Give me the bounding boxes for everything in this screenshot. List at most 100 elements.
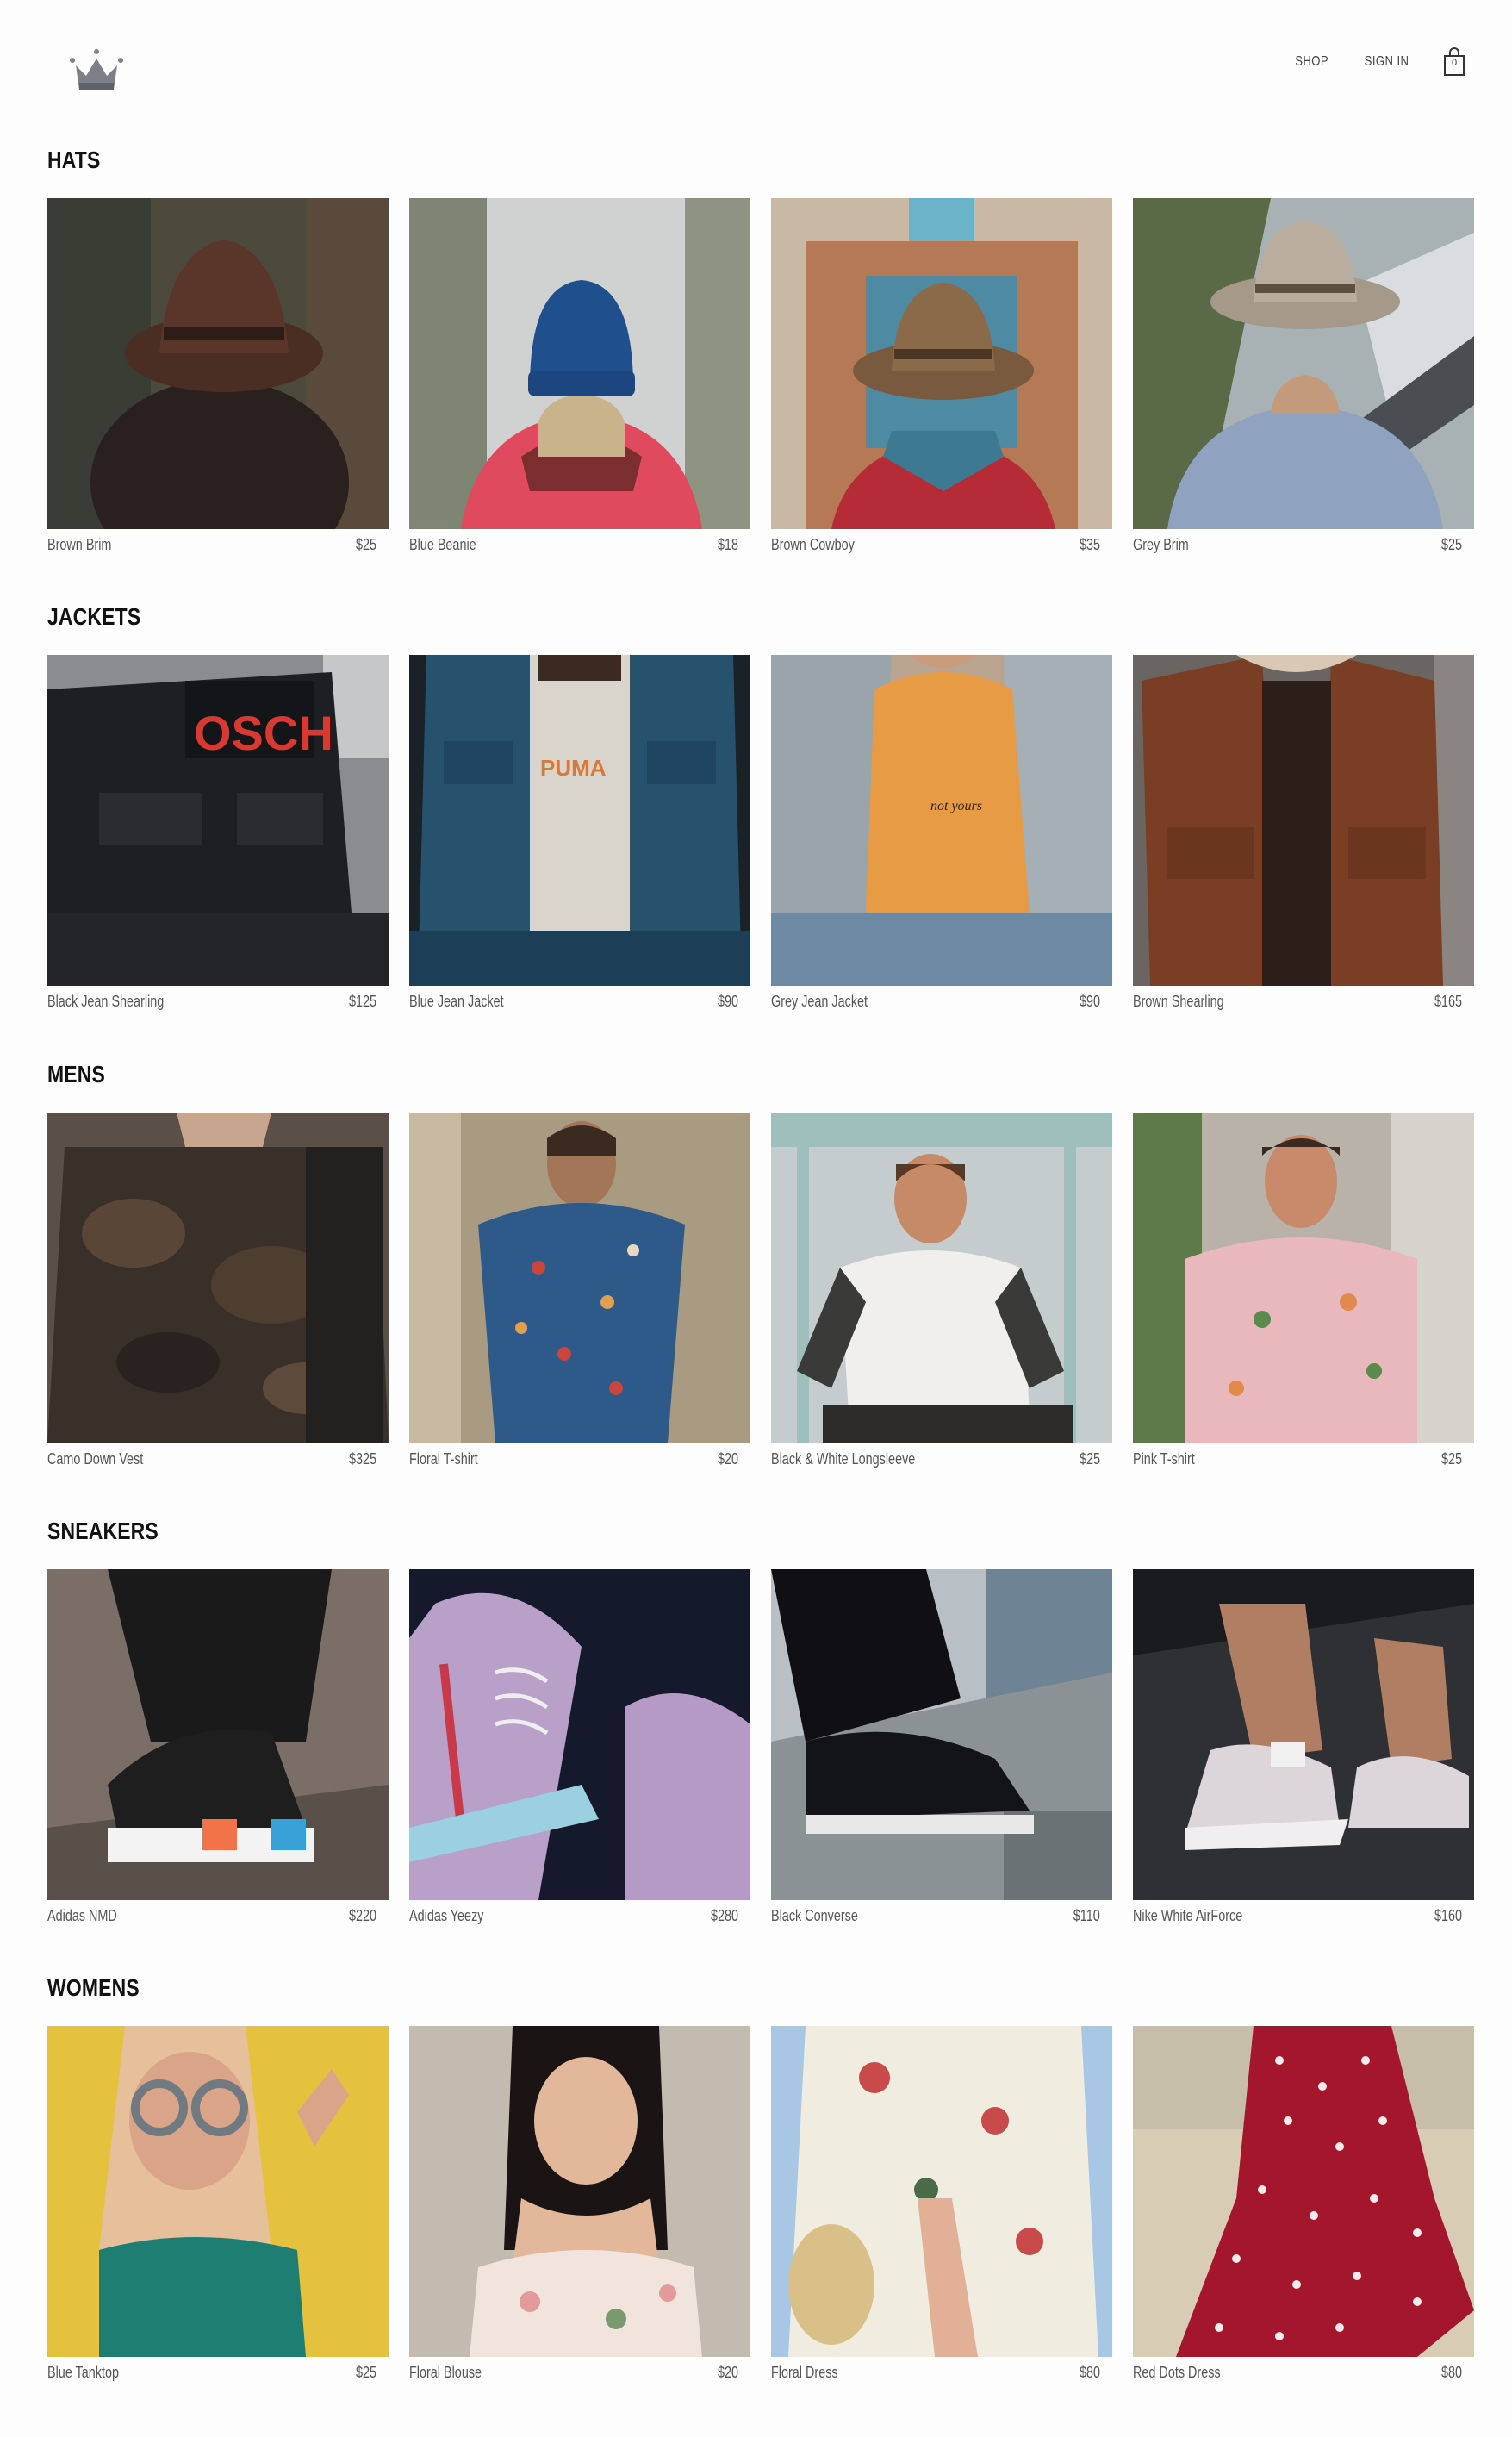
svg-text:not yours: not yours: [930, 799, 982, 813]
product-price: $20: [717, 1450, 738, 1468]
section-womens: WOMENS Blue Tanktop $25 Floral Blouse $2…: [0, 1974, 1512, 2431]
product-name: Black Converse: [771, 1907, 858, 1924]
svg-text:PUMA: PUMA: [540, 755, 607, 781]
section-title[interactable]: HATS: [47, 146, 100, 174]
product-image[interactable]: [1133, 655, 1474, 986]
product-grid: OSCH Black Jean Shearling $125 PUMA Blue…: [47, 655, 1474, 1011]
product-image[interactable]: [409, 1113, 750, 1443]
product-card[interactable]: Floral Dress $80: [771, 2026, 1112, 2382]
nav-shop-link[interactable]: SHOP: [1295, 54, 1328, 70]
product-name: Red Dots Dress: [1133, 2364, 1221, 2381]
product-image[interactable]: [1133, 2026, 1474, 2357]
product-grid: Camo Down Vest $325 Floral T-shirt $20 B…: [47, 1113, 1474, 1468]
product-name: Blue Jean Jacket: [409, 993, 504, 1010]
product-card[interactable]: Adidas NMD $220: [47, 1569, 389, 1925]
product-price: $80: [1079, 2364, 1100, 2381]
section-jackets: JACKETS OSCH Black Jean Shearling $125 P…: [0, 603, 1512, 1060]
product-image[interactable]: [771, 1569, 1112, 1900]
product-image[interactable]: [47, 198, 389, 529]
product-image[interactable]: [47, 1569, 389, 1900]
product-card[interactable]: Grey Brim $25: [1133, 198, 1474, 554]
section-title[interactable]: MENS: [47, 1061, 105, 1088]
section-title[interactable]: JACKETS: [47, 603, 140, 631]
product-image[interactable]: OSCH: [47, 655, 389, 986]
product-name: Brown Shearling: [1133, 993, 1224, 1010]
product-card[interactable]: Floral Blouse $20: [409, 2026, 750, 2382]
product-name: Brown Brim: [47, 536, 112, 553]
product-price: $25: [355, 536, 376, 553]
product-price: $220: [348, 1907, 376, 1924]
section-title[interactable]: SNEAKERS: [47, 1518, 159, 1545]
product-card[interactable]: Nike White AirForce $160: [1133, 1569, 1474, 1925]
product-name: Blue Beanie: [409, 536, 476, 553]
crown-logo-icon[interactable]: [69, 47, 124, 95]
product-name: Pink T-shirt: [1133, 1450, 1195, 1468]
product-name: Camo Down Vest: [47, 1450, 144, 1468]
product-name: Grey Jean Jacket: [771, 993, 868, 1010]
product-price: $80: [1440, 2364, 1462, 2381]
product-name: Adidas NMD: [47, 1907, 117, 1924]
product-name: Blue Tanktop: [47, 2364, 119, 2381]
product-card[interactable]: Floral T-shirt $20: [409, 1113, 750, 1468]
product-price: $165: [1434, 993, 1462, 1010]
product-card[interactable]: Blue Tanktop $25: [47, 2026, 389, 2382]
product-grid: Adidas NMD $220 Adidas Yeezy $280 Black …: [47, 1569, 1474, 1925]
product-name: Floral T-shirt: [409, 1450, 478, 1468]
product-grid: Blue Tanktop $25 Floral Blouse $20 Flora…: [47, 2026, 1474, 2382]
product-image[interactable]: [47, 1113, 389, 1443]
product-grid: Brown Brim $25 Blue Beanie $18 Brown Cow…: [47, 198, 1474, 554]
section-title[interactable]: WOMENS: [47, 1974, 140, 2002]
shop-page: SHOP SIGN IN 0 HATS Brown Brim $25 Blue …: [0, 0, 1512, 2437]
section-hats: HATS Brown Brim $25 Blue Beanie $18 Brow…: [0, 146, 1512, 603]
product-price: $160: [1434, 1907, 1462, 1924]
product-price: $25: [1079, 1450, 1100, 1468]
product-name: Nike White AirForce: [1133, 1907, 1243, 1924]
product-card[interactable]: Brown Shearling $165: [1133, 655, 1474, 1011]
product-card[interactable]: Black & White Longsleeve $25: [771, 1113, 1112, 1468]
product-price: $25: [1440, 536, 1462, 553]
product-card[interactable]: Adidas Yeezy $280: [409, 1569, 750, 1925]
product-card[interactable]: Black Converse $110: [771, 1569, 1112, 1925]
product-name: Floral Blouse: [409, 2364, 482, 2381]
product-price: $325: [348, 1450, 376, 1468]
cart-button[interactable]: 0: [1441, 47, 1467, 78]
svg-text:OSCH: OSCH: [194, 706, 333, 760]
product-image[interactable]: [409, 1569, 750, 1900]
product-card[interactable]: OSCH Black Jean Shearling $125: [47, 655, 389, 1011]
product-image[interactable]: [1133, 1569, 1474, 1900]
product-name: Grey Brim: [1133, 536, 1189, 553]
product-image[interactable]: [47, 2026, 389, 2357]
product-price: $280: [710, 1907, 738, 1924]
product-image[interactable]: [409, 198, 750, 529]
main-nav: SHOP SIGN IN 0: [1291, 47, 1467, 78]
section-sneakers: SNEAKERS Adidas NMD $220 Adidas Yeezy $2…: [0, 1518, 1512, 1974]
product-card[interactable]: Pink T-shirt $25: [1133, 1113, 1474, 1468]
cart-count: 0: [1451, 58, 1458, 68]
product-name: Black & White Longsleeve: [771, 1450, 916, 1468]
product-price: $90: [1079, 993, 1100, 1010]
product-name: Brown Cowboy: [771, 536, 855, 553]
product-price: $125: [348, 993, 376, 1010]
section-mens: MENS Camo Down Vest $325 Floral T-shirt …: [0, 1061, 1512, 1518]
product-price: $25: [355, 2364, 376, 2381]
product-image[interactable]: [1133, 198, 1474, 529]
nav-sign-in-link[interactable]: SIGN IN: [1365, 54, 1409, 70]
product-price: $90: [717, 993, 738, 1010]
product-image[interactable]: PUMA: [409, 655, 750, 986]
product-image[interactable]: not yours: [771, 655, 1112, 986]
product-image[interactable]: [771, 198, 1112, 529]
product-price: $18: [717, 536, 738, 553]
product-price: $20: [717, 2364, 738, 2381]
product-card[interactable]: Brown Cowboy $35: [771, 198, 1112, 554]
product-card[interactable]: Brown Brim $25: [47, 198, 389, 554]
product-image[interactable]: [771, 2026, 1112, 2357]
product-card[interactable]: Red Dots Dress $80: [1133, 2026, 1474, 2382]
product-image[interactable]: [1133, 1113, 1474, 1443]
product-card[interactable]: not yours Grey Jean Jacket $90: [771, 655, 1112, 1011]
product-image[interactable]: [409, 2026, 750, 2357]
product-card[interactable]: Camo Down Vest $325: [47, 1113, 389, 1468]
product-card[interactable]: Blue Beanie $18: [409, 198, 750, 554]
product-card[interactable]: PUMA Blue Jean Jacket $90: [409, 655, 750, 1011]
product-price: $110: [1073, 1907, 1100, 1924]
product-image[interactable]: [771, 1113, 1112, 1443]
